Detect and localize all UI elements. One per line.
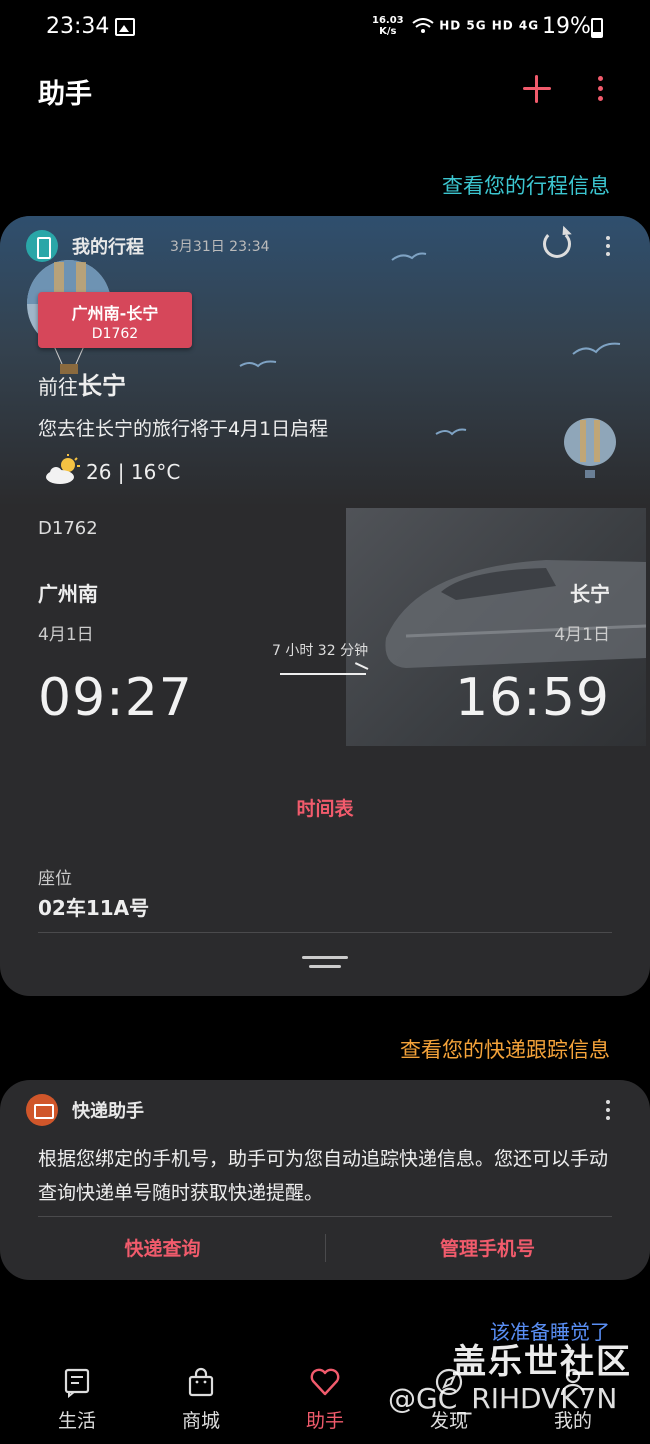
network-speed-unit: K/s <box>379 26 397 37</box>
trip-card[interactable]: 我的行程 3月31日 23:34 广州南-长宁 D1762 前往长宁 您去往长宁… <box>0 216 650 996</box>
life-icon <box>64 1368 90 1398</box>
network-speed: 16.03 K/s <box>372 15 404 37</box>
nav-item-shop[interactable]: 商城 <box>156 1366 246 1433</box>
seat-label: 座位 <box>38 869 72 889</box>
arrival-date: 4月1日 <box>554 625 610 645</box>
card-more-icon[interactable] <box>606 236 610 260</box>
arrival-time: 16:59 <box>455 668 610 728</box>
view-express-tracking-link[interactable]: 查看您的快递跟踪信息 <box>400 1034 610 1064</box>
partly-cloudy-icon <box>46 454 80 484</box>
page-title: 助手 <box>38 79 92 110</box>
wifi-icon <box>412 18 434 33</box>
trip-card-title: 我的行程 <box>72 237 144 258</box>
watermark-title: 盖乐世社区 <box>452 1342 632 1382</box>
train-number: D1762 <box>38 518 98 539</box>
seat-value: 02车11A号 <box>38 896 150 920</box>
trip-icon <box>26 230 58 262</box>
arrival-station: 长宁 <box>570 582 610 606</box>
hot-air-balloon-small-image <box>564 418 616 478</box>
nav-label: 生活 <box>57 1410 96 1432</box>
collapse-handle-icon[interactable] <box>300 956 350 972</box>
divider <box>38 932 612 933</box>
express-description: 根据您绑定的手机号，助手可为您自动追踪快递信息。您还可以手动查询快递单号随时获取… <box>38 1148 609 1204</box>
arrow-right-icon <box>280 673 366 675</box>
nav-label: 助手 <box>305 1410 344 1432</box>
nav-item-assistant[interactable]: 助手 <box>280 1366 370 1433</box>
status-bar: 23:34 16.03 K/s HD 5G HD 4G 19% <box>0 0 650 56</box>
battery-percent: 19% <box>542 14 591 39</box>
express-card: 快递助手 根据您绑定的手机号，助手可为您自动追踪快递信息。您还可以手动查询快递单… <box>0 1080 650 1280</box>
plus-icon[interactable] <box>520 72 554 106</box>
destination-line: 前往长宁 <box>38 366 126 401</box>
trip-card-timestamp: 3月31日 23:34 <box>170 239 270 255</box>
express-more-icon[interactable] <box>606 1100 610 1124</box>
gallery-notification-icon <box>115 18 135 36</box>
destination-name: 长宁 <box>78 372 126 400</box>
route-tag: 广州南-长宁 D1762 <box>38 292 192 348</box>
departure-date: 4月1日 <box>38 625 94 645</box>
departure-time: 09:27 <box>38 668 193 728</box>
route-tag-name: 广州南-长宁 <box>71 304 159 323</box>
divider <box>38 1216 612 1217</box>
network-type-label: HD 5G HD 4G <box>439 18 540 33</box>
delivery-truck-icon <box>26 1094 58 1126</box>
watermark-handle: @GC_RIHDVK7N <box>388 1382 618 1415</box>
departure-station: 广州南 <box>38 582 98 606</box>
view-trip-info-link[interactable]: 查看您的行程信息 <box>442 170 610 200</box>
more-vertical-icon[interactable] <box>590 76 610 104</box>
refresh-icon[interactable] <box>543 230 571 258</box>
express-query-button[interactable]: 快递查询 <box>0 1234 325 1261</box>
heart-icon <box>310 1368 340 1396</box>
trip-description: 您去往长宁的旅行将于4月1日启程 <box>38 418 329 440</box>
signal-icons: HD 5G HD 4G <box>412 18 539 34</box>
manage-phone-button[interactable]: 管理手机号 <box>325 1234 650 1261</box>
network-speed-value: 16.03 <box>372 15 404 26</box>
nav-item-life[interactable]: 生活 <box>32 1366 122 1433</box>
weather-temperature: 26 | 16°C <box>86 460 181 484</box>
express-card-title: 快递助手 <box>72 1101 144 1122</box>
status-time: 23:34 <box>46 14 110 39</box>
nav-label: 商城 <box>181 1410 220 1432</box>
route-tag-code: D1762 <box>91 326 139 342</box>
shop-bag-icon <box>188 1367 214 1397</box>
travel-duration: 7 小时 32 分钟 <box>272 643 369 659</box>
timetable-button[interactable]: 时间表 <box>0 794 650 821</box>
battery-icon <box>591 18 603 38</box>
destination-prefix: 前往 <box>38 375 78 399</box>
